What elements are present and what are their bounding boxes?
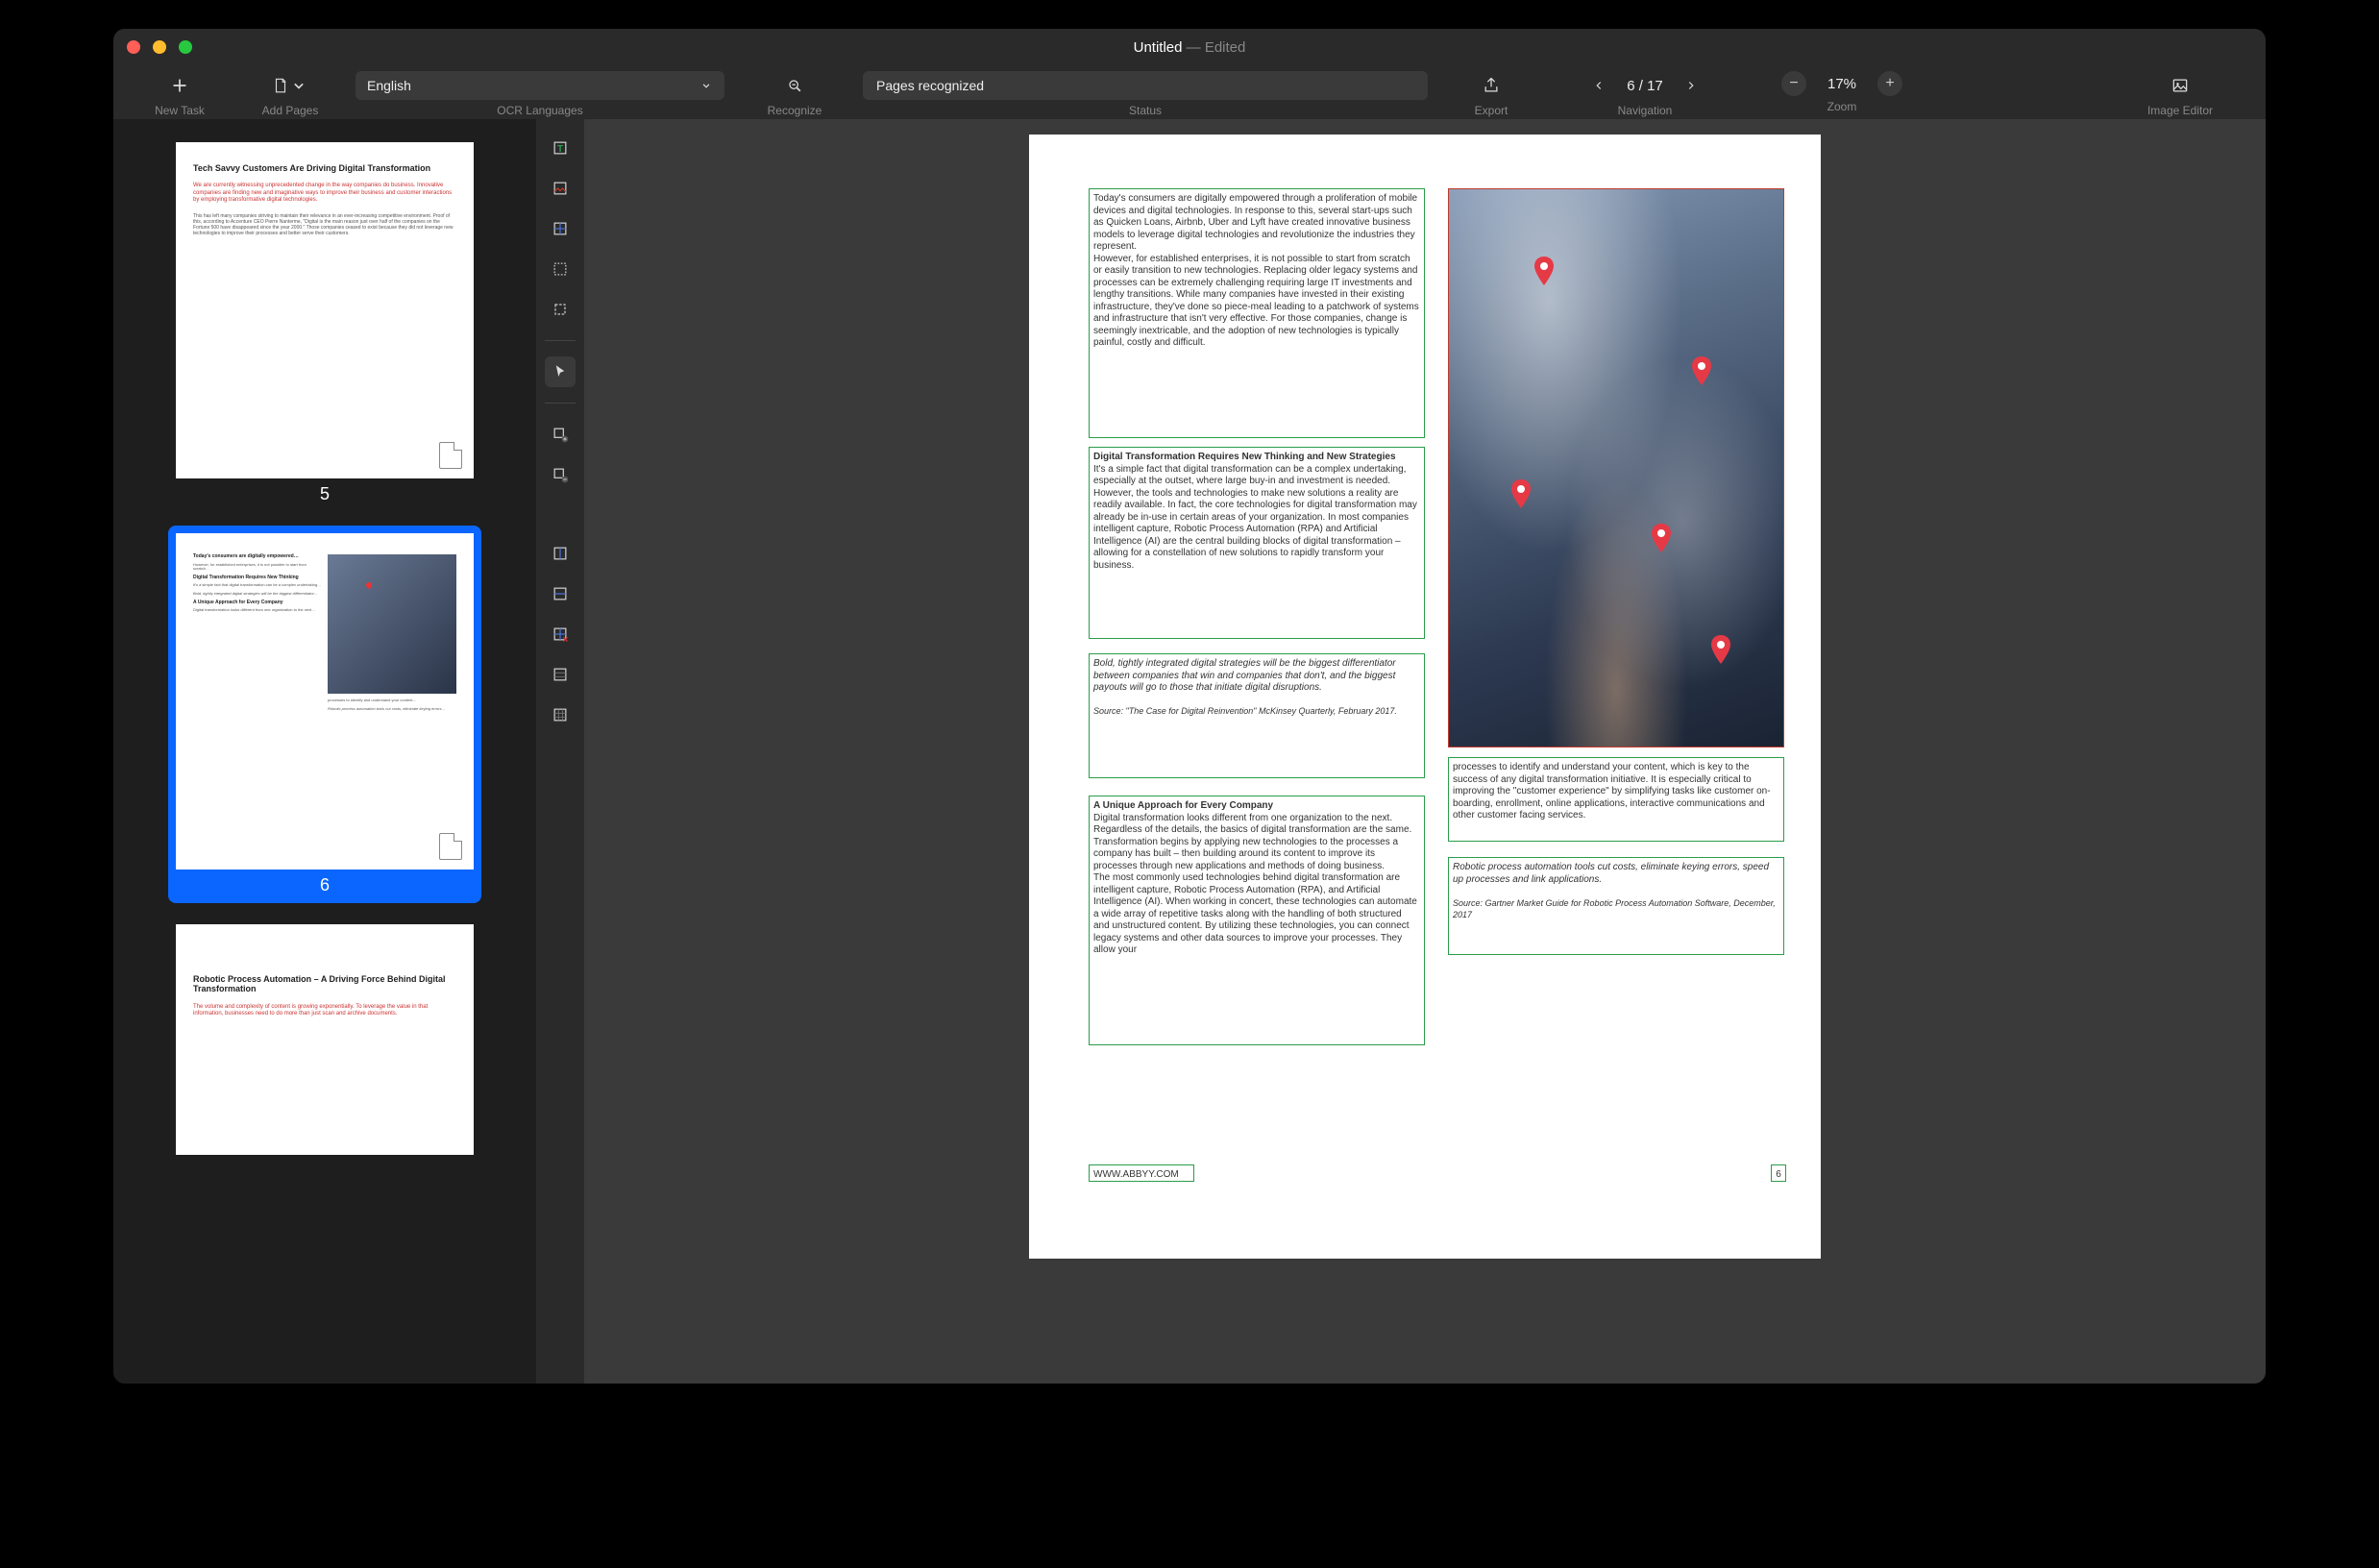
footer-pagenum-block[interactable]: 6 — [1771, 1164, 1786, 1182]
titlebar: Untitled — Edited — [113, 29, 2266, 65]
thumb-body: This has left many companies striving to… — [193, 213, 456, 236]
zoom-label: Zoom — [1827, 100, 1857, 113]
map-pin-icon — [1650, 524, 1673, 552]
window-controls — [127, 40, 192, 54]
thumb-heading: Robotic Process Automation – A Driving F… — [193, 974, 456, 994]
remove-area-part-tool[interactable] — [545, 459, 576, 490]
picture-block[interactable] — [1448, 188, 1784, 747]
thumb-intro: The volume and complexity of content is … — [193, 1004, 456, 1017]
add-pages-button[interactable] — [263, 71, 317, 100]
image-editor-button[interactable] — [2161, 71, 2199, 100]
zoom-value[interactable]: 17% — [1812, 76, 1872, 92]
page-indicator[interactable]: 6 / 17 — [1619, 78, 1671, 94]
prev-page-button[interactable] — [1584, 71, 1613, 100]
recognition-area-tool[interactable] — [545, 294, 576, 325]
map-pin-icon — [1533, 257, 1556, 285]
add-area-part-tool[interactable] — [545, 419, 576, 450]
page-type-icon — [439, 442, 462, 469]
map-pin-icon — [1690, 356, 1713, 385]
status-value: Pages recognized — [876, 78, 984, 93]
table-add-vsep-tool[interactable] — [545, 538, 576, 569]
status-bar[interactable]: Pages recognized — [863, 71, 1428, 100]
toolbar: New Task Add Pages English OCR Languages — [113, 65, 2266, 119]
table-merge-tool[interactable] — [545, 659, 576, 690]
image-editor-label: Image Editor — [2147, 104, 2213, 117]
navigation-label: Navigation — [1618, 104, 1673, 117]
thumb-heading: Tech Savvy Customers Are Driving Digital… — [193, 163, 456, 173]
thumb-number: 6 — [176, 875, 474, 895]
zoom-in-button[interactable]: + — [1877, 71, 1902, 96]
page-viewer[interactable]: Today's consumers are digitally empowere… — [584, 119, 2266, 1384]
footer-url-block[interactable]: WWW.ABBYY.COM — [1089, 1164, 1194, 1182]
ocr-languages-label: OCR Languages — [497, 104, 582, 117]
text-block[interactable]: Today's consumers are digitally empowere… — [1089, 188, 1425, 438]
barcode-area-tool[interactable] — [545, 254, 576, 284]
table-add-hsep-tool[interactable] — [545, 578, 576, 609]
table-delete-sep-tool[interactable] — [545, 619, 576, 649]
text-block-quote[interactable]: Robotic process automation tools cut cos… — [1448, 857, 1784, 955]
chevron-down-icon — [699, 79, 713, 92]
minimize-window-button[interactable] — [153, 40, 166, 54]
export-button[interactable] — [1472, 71, 1510, 100]
add-pages-label: Add Pages — [262, 104, 319, 117]
ocr-language-value: English — [367, 78, 411, 93]
svg-text:T: T — [557, 144, 563, 155]
new-task-label: New Task — [155, 104, 205, 117]
status-label: Status — [1129, 104, 1162, 117]
city-aerial-image — [1449, 189, 1783, 747]
text-block[interactable]: A Unique Approach for Every Company Digi… — [1089, 796, 1425, 1045]
thumbnail-5[interactable]: Tech Savvy Customers Are Driving Digital… — [168, 135, 481, 512]
thumbnail-7[interactable]: Robotic Process Automation – A Driving F… — [168, 917, 481, 1163]
text-area-tool[interactable]: T — [545, 133, 576, 163]
pointer-tool[interactable] — [545, 356, 576, 387]
thumb-intro: We are currently witnessing unprecedente… — [193, 183, 456, 204]
text-block[interactable]: processes to identify and understand you… — [1448, 757, 1784, 842]
table-area-tool[interactable] — [545, 213, 576, 244]
text-block-quote[interactable]: Bold, tightly integrated digital strateg… — [1089, 653, 1425, 778]
zoom-window-button[interactable] — [179, 40, 192, 54]
chevron-down-icon — [289, 76, 308, 95]
text-block[interactable]: Digital Transformation Requires New Thin… — [1089, 447, 1425, 639]
close-window-button[interactable] — [127, 40, 140, 54]
new-task-button[interactable] — [160, 71, 199, 100]
app-window: Untitled — Edited New Task Add Pages Eng — [113, 29, 2266, 1384]
table-split-tool[interactable] — [545, 699, 576, 730]
thumb-number: 5 — [176, 484, 474, 504]
map-pin-icon — [1509, 479, 1533, 508]
recognize-label: Recognize — [768, 104, 822, 117]
page-type-icon — [439, 833, 462, 860]
area-toolstrip: T — [536, 119, 584, 1384]
thumbnail-6[interactable]: Today's consumers are digitally empowere… — [168, 526, 481, 903]
thumbnail-sidebar[interactable]: Tech Savvy Customers Are Driving Digital… — [113, 119, 536, 1384]
recognize-button[interactable] — [775, 71, 814, 100]
export-label: Export — [1475, 104, 1508, 117]
next-page-button[interactable] — [1677, 71, 1705, 100]
page-6[interactable]: Today's consumers are digitally empowere… — [1029, 135, 1821, 1259]
picture-area-tool[interactable] — [545, 173, 576, 204]
ocr-language-select[interactable]: English — [356, 71, 724, 100]
zoom-out-button[interactable]: − — [1781, 71, 1806, 96]
window-title: Untitled — Edited — [1134, 39, 1246, 56]
map-pin-icon — [1709, 635, 1732, 664]
